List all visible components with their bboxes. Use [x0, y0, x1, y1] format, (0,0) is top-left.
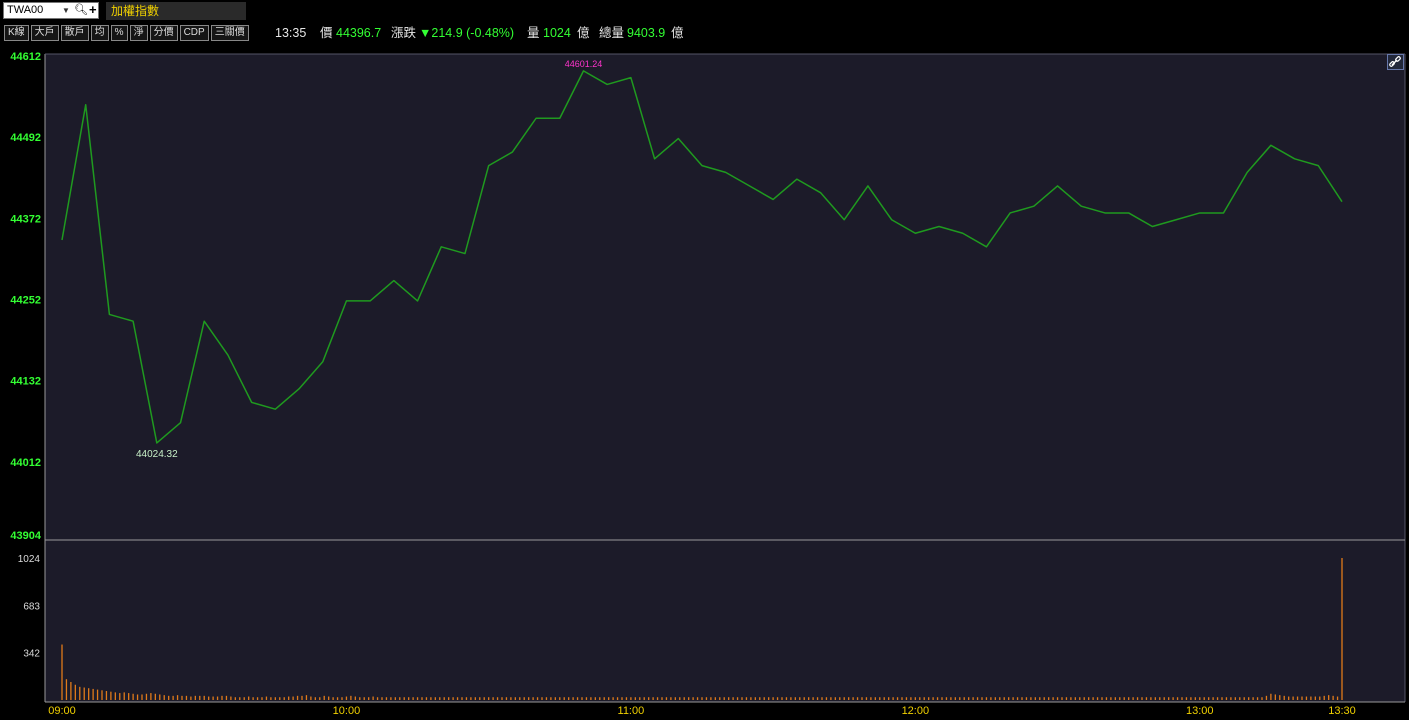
- time-tick-label: 09:00: [48, 705, 76, 717]
- time-tick-label: 10:00: [333, 705, 361, 717]
- quote-time: 13:35: [275, 26, 307, 40]
- low-price-label: 44024.32: [136, 449, 178, 460]
- symbol-input[interactable]: TWA00 ▼ 🔍︎ +: [3, 2, 99, 19]
- tool-three-levels-button[interactable]: 三關價: [210, 25, 249, 41]
- price-tick-label: 44372: [10, 213, 41, 225]
- total-volume-value: 9403.9: [627, 26, 666, 40]
- intraday-chart[interactable]: 44612 44492 44372 44252 44132 44012 43904 1024…: [0, 44, 1409, 720]
- chart-toolbar: K線 大戶 散戶 均 % 淨 分價 CDP 三關價: [4, 25, 249, 41]
- time-tick-label: 11:00: [618, 705, 645, 717]
- tool-net-button[interactable]: 淨: [129, 25, 148, 41]
- high-price-label: 44601.24: [565, 59, 603, 69]
- tool-kline-button[interactable]: K線: [4, 25, 29, 41]
- price-tick-label: 44252: [10, 295, 41, 307]
- price-tick-label: 44132: [10, 376, 41, 388]
- volume-axis-labels: 1024 683 342: [18, 554, 41, 660]
- volume-unit: 億: [577, 26, 590, 40]
- volume-tick-label: 683: [23, 601, 40, 612]
- volume-tick-label: 342: [23, 649, 40, 660]
- price-label: 價: [320, 26, 333, 40]
- change-label: 漲跌: [391, 26, 417, 40]
- link-icon[interactable]: [1387, 54, 1404, 70]
- volume-panel: [45, 540, 1405, 702]
- time-axis-labels: 09:00 10:00 11:00 12:00 13:00 13:30: [48, 705, 1356, 717]
- tool-big-holder-button[interactable]: 大戶: [30, 25, 59, 41]
- symbol-value: TWA00: [7, 4, 44, 16]
- tool-average-button[interactable]: 均: [90, 25, 109, 41]
- price-tick-label: 44612: [10, 51, 41, 63]
- price-panel: [45, 54, 1405, 540]
- price-tick-label: 44012: [10, 457, 41, 469]
- time-tick-label: 13:00: [1186, 705, 1214, 717]
- price-tick-label: 44492: [10, 132, 41, 144]
- plus-icon[interactable]: +: [89, 2, 97, 17]
- search-icon[interactable]: 🔍︎: [74, 3, 88, 18]
- price-axis-labels: 44612 44492 44372 44252 44132 44012 43904: [10, 51, 41, 542]
- change-value: ▼214.9 (-0.48%): [419, 26, 515, 40]
- chevron-down-icon[interactable]: ▼: [62, 3, 70, 18]
- instrument-name: 加權指數: [106, 2, 246, 20]
- price-tick-label: 43904: [10, 530, 41, 542]
- total-volume-unit: 億: [671, 26, 684, 40]
- top-bar: TWA00 ▼ 🔍︎ + 加權指數: [0, 0, 1409, 22]
- volume-label: 量: [527, 26, 540, 40]
- time-tick-label: 13:30: [1328, 705, 1356, 717]
- tool-retail-button[interactable]: 散戶: [60, 25, 89, 41]
- tool-price-volume-button[interactable]: 分價: [149, 25, 178, 41]
- volume-tick-label: 1024: [18, 554, 41, 565]
- time-tick-label: 12:00: [902, 705, 930, 717]
- volume-value: 1024: [543, 26, 571, 40]
- total-volume-label: 總量: [599, 26, 625, 40]
- tool-percent-button[interactable]: %: [110, 25, 128, 41]
- price-value: 44396.7: [336, 26, 382, 40]
- tool-cdp-button[interactable]: CDP: [179, 25, 209, 41]
